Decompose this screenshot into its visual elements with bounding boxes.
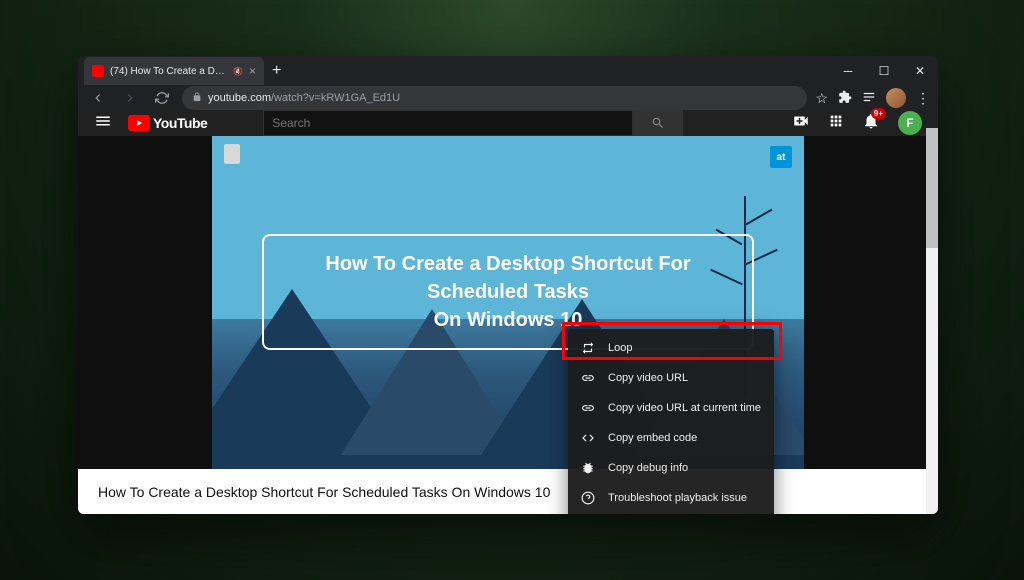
tab-close-icon[interactable]: × xyxy=(249,64,256,78)
ctx-label: Copy video URL at current time xyxy=(608,402,761,414)
file-icon-graphic xyxy=(224,144,240,164)
forward-button[interactable] xyxy=(118,86,142,110)
close-window-button[interactable]: ✕ xyxy=(902,56,938,86)
ctx-loop[interactable]: Loop xyxy=(568,333,774,363)
hamburger-icon[interactable] xyxy=(94,112,112,135)
ctx-copy-debug[interactable]: Copy debug info xyxy=(568,453,774,483)
search-bar xyxy=(263,110,683,136)
browser-tab[interactable]: (74) How To Create a Deskto 🔇 × xyxy=(84,57,264,85)
lock-icon xyxy=(192,92,202,105)
reading-list-icon[interactable] xyxy=(862,90,876,107)
scrollbar-thumb[interactable] xyxy=(926,128,938,248)
maximize-button[interactable]: ☐ xyxy=(866,56,902,86)
scrollbar[interactable] xyxy=(926,128,938,514)
code-icon xyxy=(580,431,596,445)
titlebar: (74) How To Create a Deskto 🔇 × + ─ ☐ ✕ xyxy=(78,56,938,86)
video-area: at How To Create a Desktop Shortcut For … xyxy=(78,136,938,469)
reload-button[interactable] xyxy=(150,86,174,110)
ctx-copy-url[interactable]: Copy video URL xyxy=(568,363,774,393)
ctx-stats[interactable]: Stats for nerds xyxy=(568,513,774,514)
profile-avatar[interactable] xyxy=(886,88,906,108)
bookmark-star-icon[interactable]: ☆ xyxy=(815,90,828,107)
apps-grid-icon[interactable] xyxy=(828,113,844,134)
create-video-icon[interactable] xyxy=(792,112,810,135)
back-button[interactable] xyxy=(86,86,110,110)
notifications-icon[interactable]: 9+ xyxy=(862,112,880,135)
notification-count-badge: 9+ xyxy=(871,108,886,119)
video-title-bar: How To Create a Desktop Shortcut For Sch… xyxy=(78,469,938,514)
audio-mute-icon[interactable]: 🔇 xyxy=(233,67,243,76)
video-title: How To Create a Desktop Shortcut For Sch… xyxy=(98,484,550,500)
extensions-icon[interactable] xyxy=(838,90,852,107)
url-path: /watch?v=kRW1GA_Ed1U xyxy=(271,92,400,104)
ctx-label: Copy debug info xyxy=(608,462,688,474)
search-button[interactable] xyxy=(633,110,683,136)
help-icon xyxy=(580,491,596,505)
address-bar-row: youtube.com/watch?v=kRW1GA_Ed1U ☆ ⋮ xyxy=(78,86,938,110)
loop-icon xyxy=(580,341,596,355)
youtube-logo[interactable]: YouTube xyxy=(128,115,207,131)
ctx-label: Copy video URL xyxy=(608,372,688,384)
content-area: at How To Create a Desktop Shortcut For … xyxy=(78,136,938,514)
ctx-copy-embed[interactable]: Copy embed code xyxy=(568,423,774,453)
youtube-play-icon xyxy=(128,115,150,131)
tab-title: (74) How To Create a Deskto xyxy=(110,66,227,77)
ctx-troubleshoot[interactable]: Troubleshoot playback issue xyxy=(568,483,774,513)
url-domain: youtube.com xyxy=(208,92,271,104)
minimize-button[interactable]: ─ xyxy=(830,56,866,86)
overlay-title-line1: How To Create a Desktop Shortcut For Sch… xyxy=(282,250,734,306)
youtube-favicon xyxy=(92,65,104,77)
ctx-label: Copy embed code xyxy=(608,432,697,444)
at-badge: at xyxy=(770,146,792,168)
youtube-header: YouTube 9+ F xyxy=(78,110,938,136)
kebab-menu-icon[interactable]: ⋮ xyxy=(916,90,930,107)
browser-window: (74) How To Create a Deskto 🔇 × + ─ ☐ ✕ … xyxy=(78,56,938,514)
video-context-menu: Loop Copy video URL Copy video URL at cu… xyxy=(568,329,774,514)
ctx-copy-url-time[interactable]: Copy video URL at current time xyxy=(568,393,774,423)
ctx-label: Loop xyxy=(608,342,632,354)
url-bar[interactable]: youtube.com/watch?v=kRW1GA_Ed1U xyxy=(182,86,807,110)
bug-icon xyxy=(580,461,596,475)
account-avatar[interactable]: F xyxy=(898,111,922,135)
link-icon xyxy=(580,371,596,385)
link-icon xyxy=(580,401,596,415)
youtube-brand-text: YouTube xyxy=(153,115,207,131)
search-input[interactable] xyxy=(263,110,633,136)
new-tab-button[interactable]: + xyxy=(272,62,281,80)
ctx-label: Troubleshoot playback issue xyxy=(608,492,747,504)
